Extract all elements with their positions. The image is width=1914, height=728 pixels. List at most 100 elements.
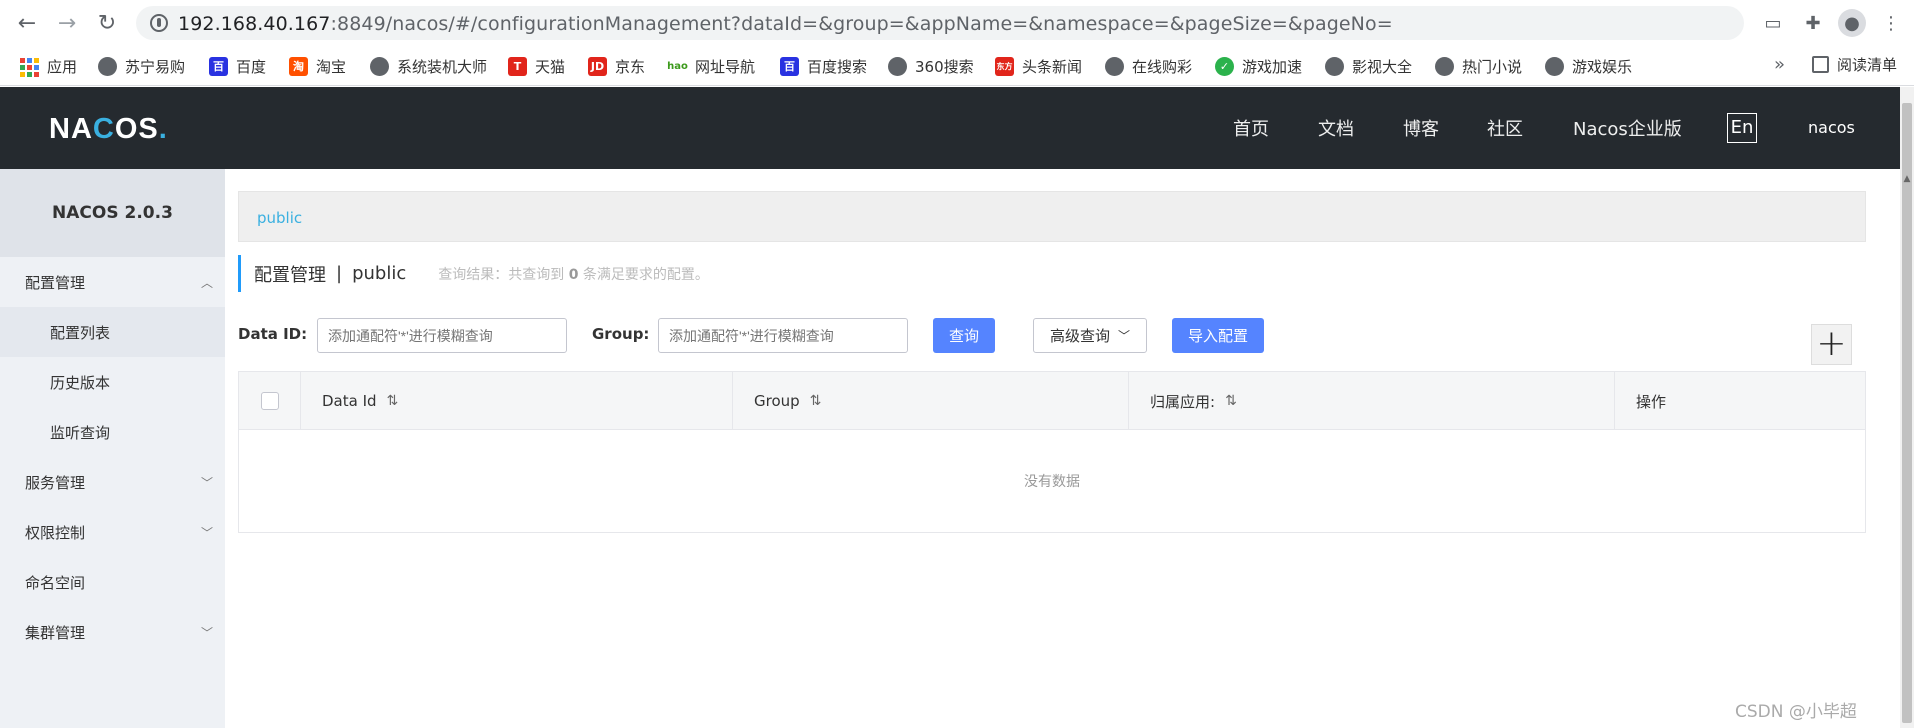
- jd-icon: JD: [588, 56, 607, 76]
- advanced-query-button[interactable]: 高级查询 ﹀: [1033, 318, 1147, 353]
- sidebar-item-label: 监听查询: [50, 423, 111, 442]
- baidu-paw-icon: 百: [209, 56, 228, 76]
- bookmark-label: 头条新闻: [1022, 57, 1083, 76]
- bookmark-movies[interactable]: 影视大全: [1325, 54, 1412, 78]
- bookmark-label: 天猫: [535, 57, 566, 76]
- add-config-plus-button[interactable]: +: [1811, 324, 1852, 365]
- app-header: NACOS. 首页 文档 博客 社区 Nacos企业版 En nacos: [0, 87, 1900, 169]
- advanced-query-label: 高级查询: [1049, 327, 1110, 345]
- group-input[interactable]: [658, 318, 908, 353]
- nacos-logo[interactable]: NACOS.: [49, 113, 168, 146]
- sort-icon[interactable]: ⇅: [1225, 393, 1237, 409]
- bookmark-lottery[interactable]: 在线购彩: [1105, 54, 1192, 78]
- bookmark-suning[interactable]: 苏宁易购: [98, 54, 185, 78]
- chevron-down-icon: ﹀: [200, 525, 213, 540]
- bookmark-games[interactable]: 游戏娱乐: [1545, 54, 1632, 78]
- chevron-up-icon: ︿: [200, 275, 213, 290]
- bookmark-label: 百度搜索: [807, 57, 868, 76]
- select-all-checkbox[interactable]: [260, 392, 279, 410]
- sidebar-item-label: 命名空间: [25, 573, 86, 592]
- sidebar-item-namespace[interactable]: 命名空间: [0, 557, 225, 607]
- column-header-group[interactable]: Group ⇅: [733, 372, 1129, 430]
- sidebar-item-access-control[interactable]: 权限控制 ﹀: [0, 507, 225, 557]
- nav-enterprise[interactable]: Nacos企业版: [1573, 115, 1682, 141]
- game-accel-icon: ✓: [1215, 56, 1234, 76]
- bookmark-hao[interactable]: hao 网址导航: [667, 54, 756, 78]
- bookmark-tmall[interactable]: T 天猫: [508, 54, 565, 78]
- sidebar-item-label: 配置列表: [50, 323, 111, 342]
- bookmark-toutiao[interactable]: 东方 头条新闻: [995, 54, 1082, 78]
- language-switch-button[interactable]: En: [1727, 113, 1757, 143]
- address-bar[interactable]: 192.168.40.167:8849/nacos/#/configuratio…: [136, 6, 1744, 40]
- sidebar-item-config-management[interactable]: 配置管理 ︿: [0, 257, 225, 307]
- back-arrow-icon[interactable]: ←: [12, 8, 42, 38]
- query-result-summary: 查询结果：共查询到 0 条满足要求的配置。: [438, 264, 709, 284]
- nav-docs[interactable]: 文档: [1318, 115, 1354, 141]
- sidebar-item-label: 配置管理: [25, 273, 86, 292]
- profile-avatar-icon[interactable]: ●: [1838, 9, 1866, 37]
- group-label: Group:: [592, 325, 650, 343]
- bookmark-baidu-search[interactable]: 百百度搜索: [780, 54, 867, 78]
- import-config-button[interactable]: 导入配置: [1172, 318, 1264, 353]
- empty-state: 没有数据: [1024, 474, 1080, 490]
- watermark: CSDN @小毕超: [1735, 702, 1857, 722]
- globe-icon: [1545, 56, 1564, 76]
- bookmark-label: 360搜索: [915, 57, 974, 76]
- scrollbar-thumb[interactable]: [1902, 103, 1912, 723]
- column-header-app[interactable]: 归属应用: ⇅: [1129, 372, 1615, 430]
- namespace-public-link[interactable]: public: [257, 209, 302, 227]
- sort-icon[interactable]: ⇅: [387, 393, 399, 409]
- globe-icon: [1435, 56, 1454, 76]
- bookmark-jd[interactable]: JD 京东: [588, 54, 645, 78]
- sidebar-item-history[interactable]: 历史版本: [0, 357, 225, 407]
- sidebar-item-config-list[interactable]: 配置列表: [0, 307, 225, 357]
- globe-icon: [1105, 56, 1124, 76]
- column-header-actions: 操作: [1615, 372, 1865, 430]
- site-info-icon[interactable]: [150, 14, 168, 32]
- bookmark-game-accel[interactable]: ✓ 游戏加速: [1215, 54, 1302, 78]
- bookmark-label: 游戏加速: [1242, 57, 1303, 76]
- dataid-label: Data ID:: [238, 325, 308, 343]
- more-bookmarks-chevron-icon[interactable]: »: [1774, 54, 1785, 75]
- kebab-menu-icon[interactable]: ⋮: [1878, 10, 1904, 36]
- bookmark-label: 应用: [47, 57, 78, 76]
- sidebar: NACOS 2.0.3 配置管理 ︿ 配置列表 历史版本 监听查询 服务管理 ﹀…: [0, 169, 225, 728]
- user-menu[interactable]: nacos: [1808, 118, 1855, 137]
- dataid-input[interactable]: [317, 318, 567, 353]
- result-prefix: 查询结果：共查询到: [438, 266, 565, 283]
- nav-community[interactable]: 社区: [1487, 115, 1523, 141]
- sidebar-item-listener-query[interactable]: 监听查询: [0, 407, 225, 457]
- puzzle-extensions-icon[interactable]: ✚: [1800, 10, 1826, 36]
- bookmarks-bar: 应用 苏宁易购 百百度 淘淘宝 系统装机大师 T 天猫 JD 京东 hao 网址导航 …: [0, 46, 1914, 86]
- apps-grid-icon: [20, 57, 39, 77]
- bookmark-label: 百度: [236, 57, 267, 76]
- bookmark-label: 网址导航: [695, 57, 756, 76]
- sort-icon[interactable]: ⇅: [810, 393, 822, 409]
- sidebar-item-label: 集群管理: [25, 623, 86, 642]
- sidebar-item-service-management[interactable]: 服务管理 ﹀: [0, 457, 225, 507]
- bookmark-taobao[interactable]: 淘淘宝: [289, 54, 346, 78]
- forward-arrow-icon[interactable]: →: [52, 8, 82, 38]
- reading-list[interactable]: 阅读清单: [1812, 54, 1897, 75]
- sidebar-item-cluster-management[interactable]: 集群管理 ﹀: [0, 607, 225, 657]
- nav-blog[interactable]: 博客: [1403, 115, 1439, 141]
- scroll-up-arrow-icon[interactable]: ▲: [1901, 174, 1913, 184]
- browser-toolbar: ← → ↻ 192.168.40.167:8849/nacos/#/config…: [0, 0, 1914, 46]
- reading-mode-icon[interactable]: ▭: [1760, 10, 1786, 36]
- bookmark-baidu[interactable]: 百百度: [209, 54, 266, 78]
- bookmark-novels[interactable]: 热门小说: [1435, 54, 1522, 78]
- bookmark-system-installer[interactable]: 系统装机大师: [370, 54, 487, 78]
- result-count: 0: [568, 266, 579, 283]
- query-button[interactable]: 查询: [933, 318, 995, 353]
- column-label: Data Id: [322, 392, 377, 410]
- reload-icon[interactable]: ↻: [92, 8, 122, 38]
- url-text[interactable]: 192.168.40.167:8849/nacos/#/configuratio…: [178, 13, 1393, 35]
- bookmark-apps[interactable]: 应用: [20, 54, 77, 78]
- nav-home[interactable]: 首页: [1233, 115, 1269, 141]
- reading-list-label: 阅读清单: [1837, 56, 1898, 74]
- bookmark-label: 在线购彩: [1132, 57, 1193, 76]
- column-header-dataid[interactable]: Data Id ⇅: [301, 372, 733, 430]
- hao-icon: hao: [667, 56, 688, 76]
- taobao-icon: 淘: [289, 56, 308, 76]
- bookmark-360[interactable]: 360搜索: [888, 54, 974, 78]
